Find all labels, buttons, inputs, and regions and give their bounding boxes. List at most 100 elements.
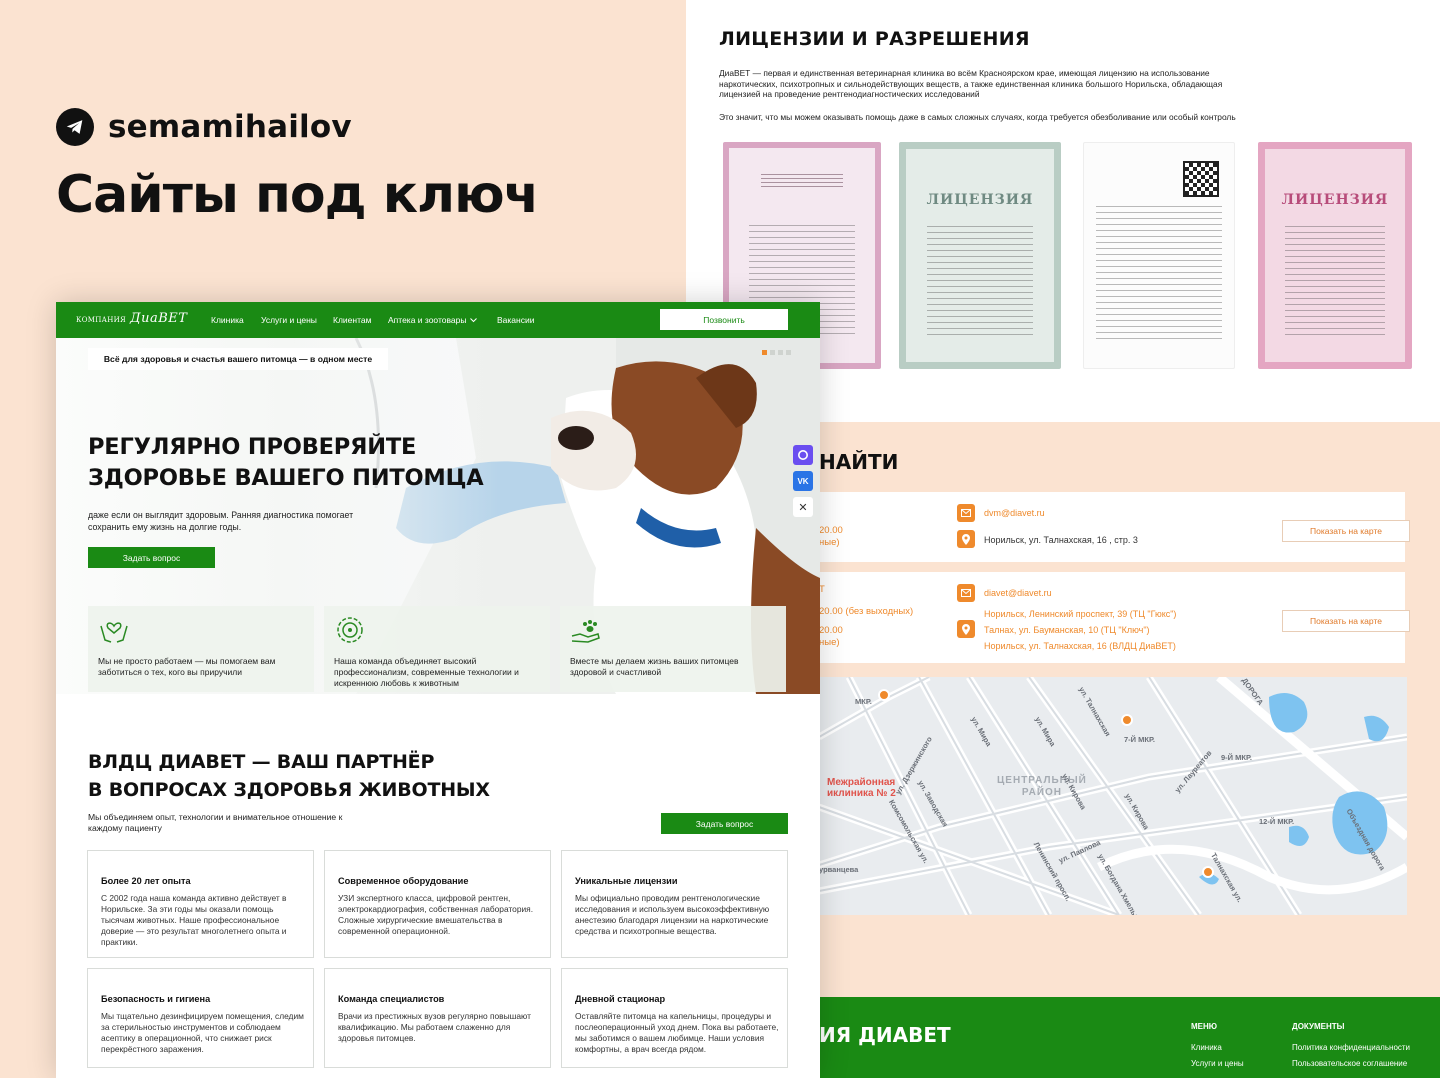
map-pin[interactable] (1121, 714, 1133, 726)
hands-heart-icon (100, 622, 128, 643)
nav-item-clinic[interactable]: Клиника (211, 315, 244, 325)
nav-item-services[interactable]: Услуги и цены (261, 315, 317, 325)
contact-card-2-hours-note: ные) (819, 637, 840, 648)
contact-card-1-email[interactable]: dvm@diavet.ru (984, 508, 1045, 518)
map-label: 9-Й МКР. (1221, 753, 1252, 762)
hero-tagline: Всё для здоровья и счастья вашего питомц… (88, 348, 388, 370)
email-icon (957, 504, 975, 522)
license-word-2: ЛИЦЕНЗИЯ (926, 191, 1034, 208)
map-district-2: РАЙОН (1021, 787, 1063, 798)
nav-item-pharmacy[interactable]: Аптека и зоотовары (388, 315, 478, 325)
site-logo[interactable]: КОМПАНИЯ ДиаВЕТ (76, 311, 187, 326)
map-pin[interactable] (878, 689, 890, 701)
footer-docs-item[interactable]: Пользовательское соглашение (1292, 1059, 1407, 1068)
vk-icon[interactable]: VK (793, 471, 813, 491)
footer-docs-item[interactable]: Политика конфиденциальности (1292, 1043, 1410, 1052)
advantage-card-2: Современное оборудование УЗИ экспертного… (324, 850, 551, 958)
license-word-4: ЛИЦЕНЗИЯ (1281, 191, 1389, 208)
close-icon[interactable]: ✕ (793, 497, 813, 517)
hero-title-line-2: ЗДОРОВЬЕ ВАШЕГО ПИТОМЦА (88, 465, 484, 491)
advantage-card-title: Уникальные лицензии (575, 876, 678, 886)
about-title: ВЛДЦ ДИАВЕТ — ВАШ ПАРТНЁР В ВОПРОСАХ ЗДО… (88, 748, 490, 804)
nav-item-vacancies[interactable]: Вакансии (497, 315, 534, 325)
map-label: МКР. (855, 697, 872, 706)
logo-small-text: КОМПАНИЯ (76, 316, 126, 324)
feature-card-3: Вместе мы делаем жизнь ваших питомцев зд… (560, 606, 786, 692)
max-messenger-icon[interactable] (793, 445, 813, 465)
advantage-card-text: С 2002 года наша команда активно действу… (101, 893, 287, 947)
site-window: КОМПАНИЯ ДиаВЕТ Клиника Услуги и цены Кл… (56, 302, 820, 1078)
location-icon (957, 620, 975, 638)
slider-dot[interactable] (778, 350, 783, 355)
slider-dot[interactable] (770, 350, 775, 355)
advantage-card-6: Дневной стационар Оставляйте питомца на … (561, 968, 788, 1068)
call-button[interactable]: Позвонить (660, 309, 788, 330)
map-label: урванцева (819, 865, 859, 874)
nav-item-pharmacy-label: Аптека и зоотовары (388, 315, 467, 325)
license-document-2[interactable]: ЛИЦЕНЗИЯ (899, 142, 1061, 369)
email-icon (957, 584, 975, 602)
contact-card-2: Т 20.00 (без выходных) 20.00 ные) diavet… (819, 572, 1410, 663)
contact-card-1-hours: 20.00 (819, 525, 843, 536)
advantage-card-title: Команда специалистов (338, 994, 445, 1004)
advantage-card-title: Безопасность и гигиена (101, 994, 211, 1004)
feature-card-2: Наша команда объединяет высокий професси… (324, 606, 550, 692)
footer-menu-title: МЕНЮ (1191, 1022, 1218, 1031)
slider-dot[interactable] (762, 350, 767, 355)
show-on-map-button-1[interactable]: Показать на карте (1282, 520, 1410, 542)
license-document-3[interactable] (1083, 142, 1235, 369)
about-title-line-1: ВЛДЦ ДИАВЕТ — ВАШ ПАРТНЁР (88, 751, 435, 773)
footer-menu-item[interactable]: Услуги и цены (1191, 1059, 1244, 1068)
contact-card-2-hours-1: 20.00 (без выходных) (819, 606, 914, 617)
license-document-4[interactable]: ЛИЦЕНЗИЯ (1258, 142, 1412, 369)
advantage-card-text: УЗИ экспертного класса, цифровой рентген… (338, 893, 534, 936)
map-label: 7-Й МКР. (1124, 735, 1155, 744)
paw-hand-icon (571, 620, 600, 643)
advantage-card-title: Более 20 лет опыта (101, 876, 191, 886)
map-hospital-label: Межрайонная иклиника № 2 (827, 777, 896, 799)
footer-brand: ИЯ ДИАВЕТ (819, 1023, 951, 1047)
slider-dots[interactable] (762, 350, 791, 355)
promo-handle: semamihailov (56, 108, 352, 146)
logo-brand-text: ДиаВЕТ (130, 311, 188, 326)
site-footer: ИЯ ДИАВЕТ МЕНЮ Клиника Услуги и цены ДОК… (819, 997, 1440, 1078)
hero-title: РЕГУЛЯРНО ПРОВЕРЯЙТЕ ЗДОРОВЬЕ ВАШЕГО ПИТ… (88, 432, 528, 494)
feature-card-1: Мы не просто работаем — мы помогаем вам … (88, 606, 314, 692)
top-navigation: КОМПАНИЯ ДиаВЕТ Клиника Услуги и цены Кл… (56, 302, 820, 338)
advantage-card-text: Мы тщательно дезинфицируем помещения, сл… (101, 1011, 304, 1054)
hero-section: Всё для здоровья и счастья вашего питомц… (56, 338, 820, 694)
feature-text-3: Вместе мы делаем жизнь ваших питомцев зд… (570, 656, 739, 677)
contact-card-2-email[interactable]: diavet@diavet.ru (984, 588, 1052, 598)
advantage-card-text: Мы официально проводим рентгенологически… (575, 893, 770, 936)
city-map[interactable]: ЦЕНТРАЛЬНЫЙ РАЙОН Межрайонная иклиника №… (819, 677, 1407, 915)
about-title-line-2: В ВОПРОСАХ ЗДОРОВЬЯ ЖИВОТНЫХ (88, 779, 490, 801)
nav-item-clients[interactable]: Клиентам (333, 315, 371, 325)
advantage-card-text: Врачи из престижных вузов регулярно повы… (338, 1011, 531, 1043)
show-on-map-button-2[interactable]: Показать на карте (1282, 610, 1410, 632)
hero-subtitle: даже если он выглядит здоровым. Ранняя д… (88, 510, 354, 532)
about-text: Мы объединяем опыт, технологии и внимате… (88, 812, 343, 833)
contact-card-2-address-3: Норильск, ул. Талнахская, 16 (ВЛДЦ ДиаВЕ… (984, 641, 1176, 651)
advantage-card-text: Оставляйте питомца на капельницы, процед… (575, 1011, 779, 1054)
advantage-card-title: Современное оборудование (338, 876, 469, 886)
footer-docs-title: ДОКУМЕНТЫ (1292, 1022, 1345, 1031)
gear-globe-icon (337, 617, 363, 643)
contacts-title: НАЙТИ (819, 450, 899, 474)
feature-text-2: Наша команда объединяет высокий професси… (334, 656, 519, 688)
licenses-text-2: Это значит, что мы можем оказывать помощ… (719, 112, 1236, 122)
hero-title-line-1: РЕГУЛЯРНО ПРОВЕРЯЙТЕ (88, 434, 417, 460)
about-ask-question-button[interactable]: Задать вопрос (661, 813, 788, 834)
advantage-card-1: Более 20 лет опыта С 2002 года наша кома… (87, 850, 314, 958)
advantage-card-5: Команда специалистов Врачи из престижных… (324, 968, 551, 1068)
slider-dot[interactable] (786, 350, 791, 355)
location-icon (957, 530, 975, 548)
map-pin[interactable] (1202, 866, 1214, 878)
chevron-down-icon (470, 317, 478, 322)
ask-question-button[interactable]: Задать вопрос (88, 547, 215, 568)
contact-card-2-address-1: Норильск, Ленинский проспект, 39 (ТЦ "Гю… (984, 609, 1177, 619)
advantage-card-4: Безопасность и гигиена Мы тщательно дези… (87, 968, 314, 1068)
promo-handle-text: semamihailov (108, 109, 352, 145)
promo-title: Сайты под ключ (56, 165, 539, 225)
feature-text-1: Мы не просто работаем — мы помогаем вам … (98, 656, 276, 677)
footer-menu-item[interactable]: Клиника (1191, 1043, 1222, 1052)
